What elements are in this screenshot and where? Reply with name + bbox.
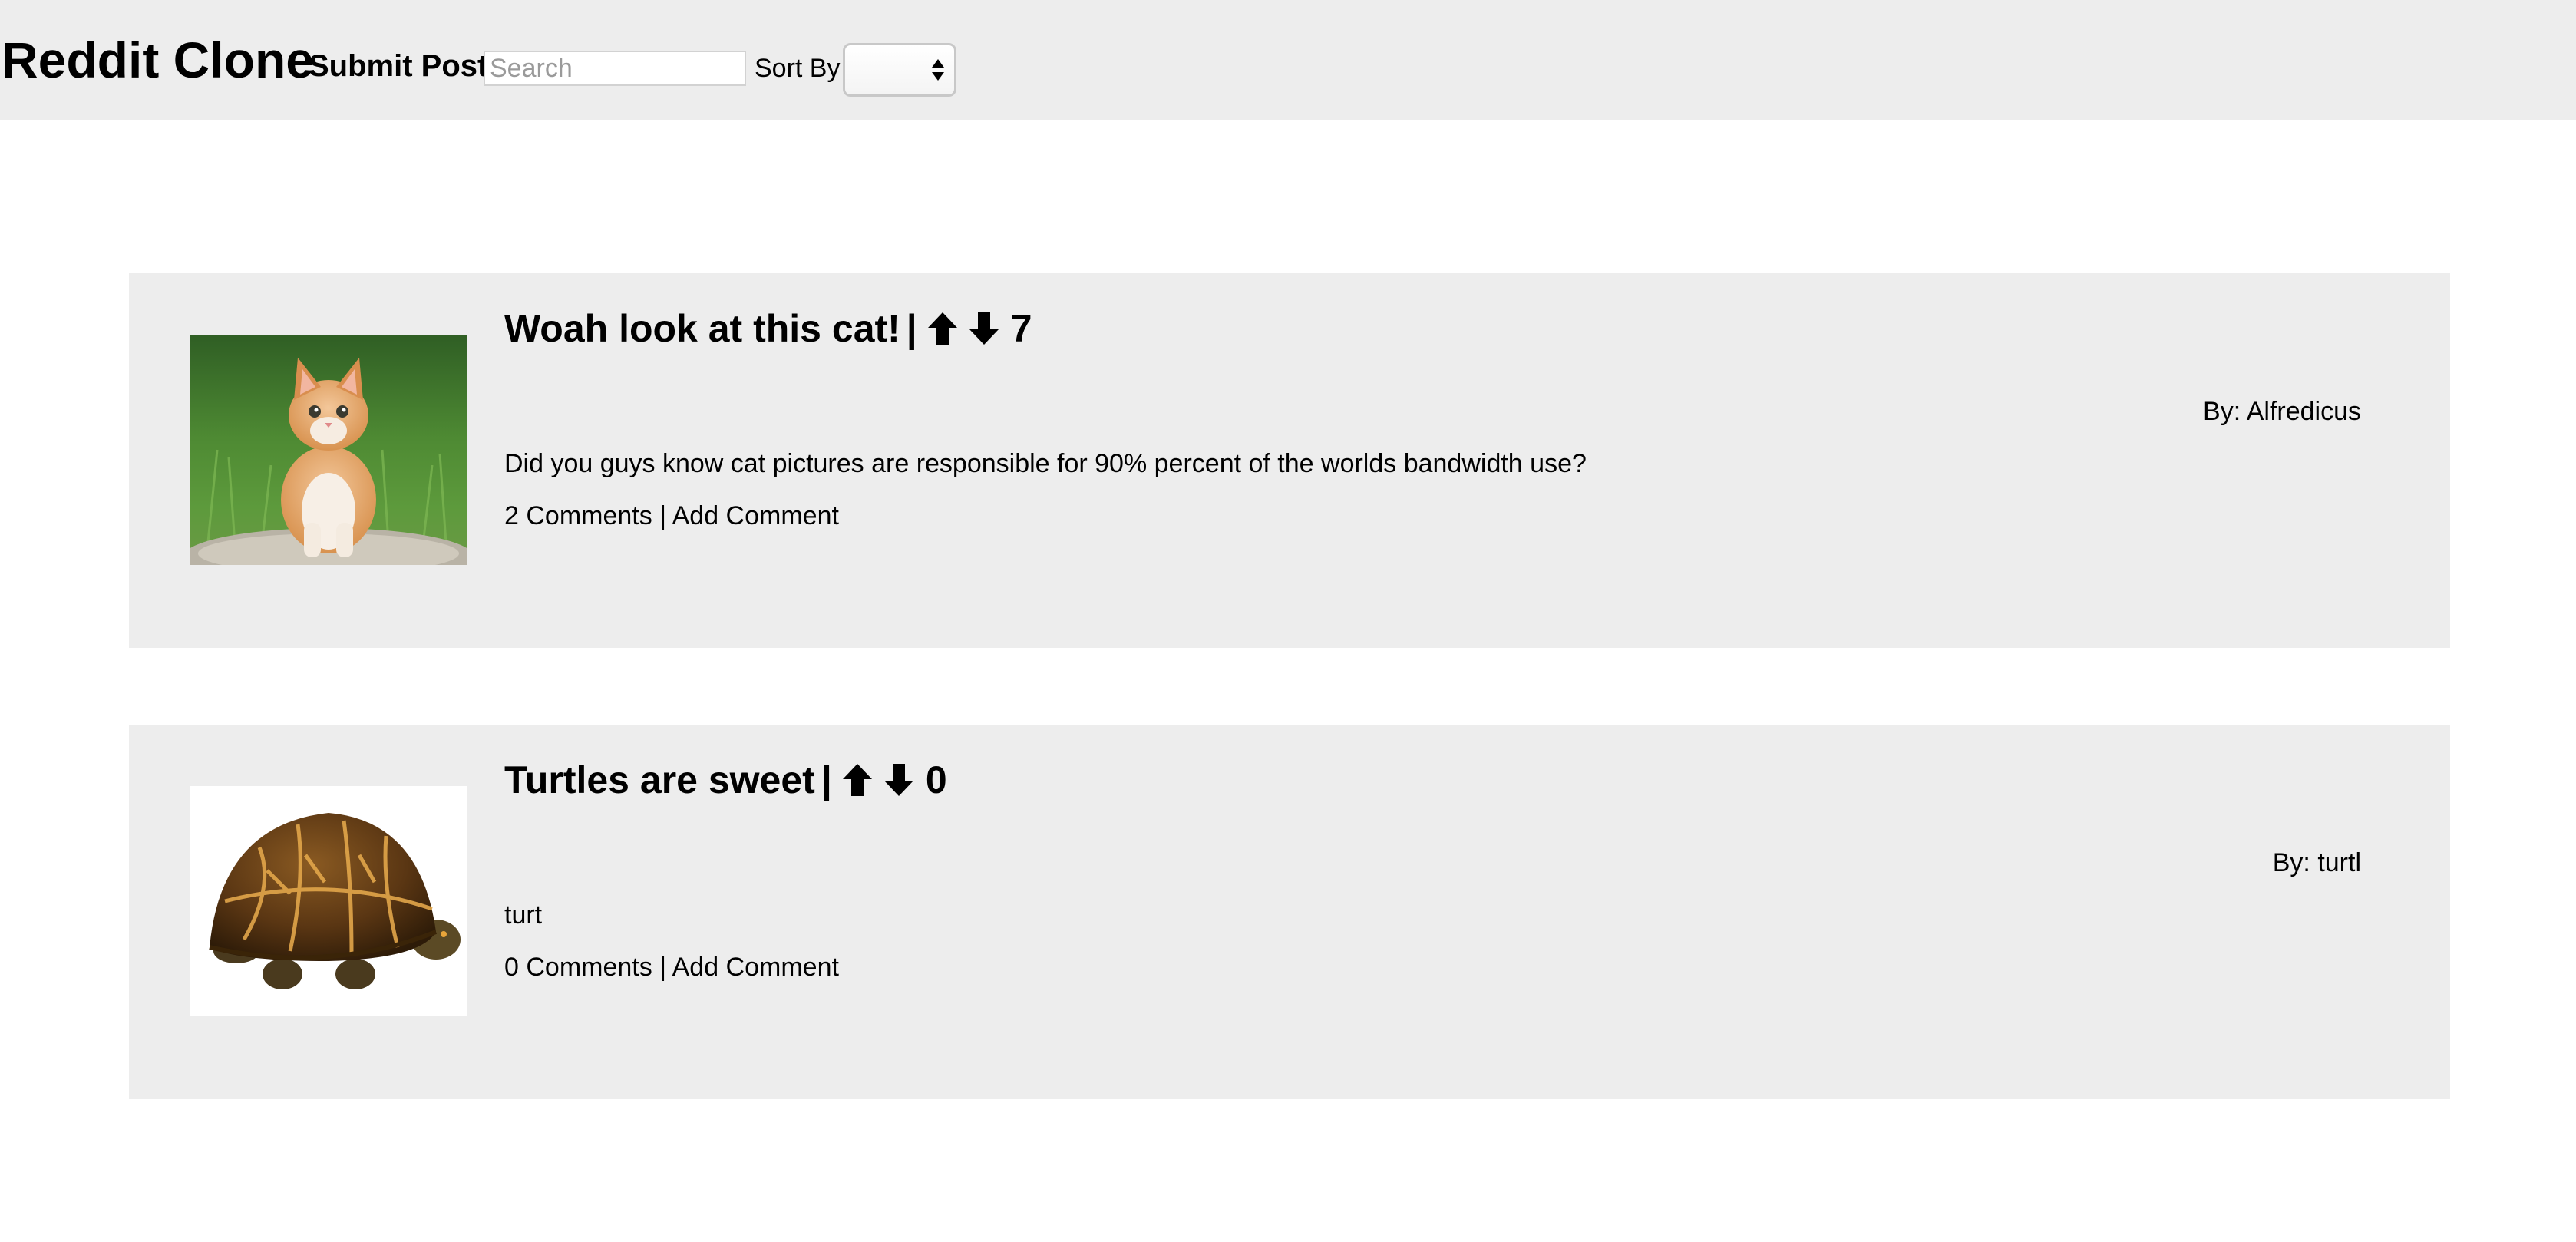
post-body: turt (504, 900, 543, 930)
post-body: Did you guys know cat pictures are respo… (504, 449, 1587, 478)
post-title-text[interactable]: Turtles are sweet (504, 752, 815, 808)
post-score: 0 (925, 758, 947, 801)
links-separator: | (659, 501, 667, 530)
post-thumbnail-kitten[interactable] (190, 335, 467, 565)
sort-by-label: Sort By (755, 54, 841, 83)
downvote-arrow-icon[interactable] (881, 761, 916, 799)
post-card: Woah look at this cat! | 7 By: Alfredicu… (129, 273, 2450, 648)
title-separator: | (821, 758, 832, 801)
post-card: Turtles are sweet | 0 By: turtl turt 0 C… (129, 725, 2450, 1099)
post-links: 0 Comments | Add Comment (504, 950, 839, 984)
add-comment-link[interactable]: Add Comment (672, 953, 839, 982)
downvote-arrow-icon[interactable] (966, 309, 1002, 348)
top-navbar: Reddit Clone Submit Post Sort By (0, 0, 2576, 120)
site-title[interactable]: Reddit Clone (2, 29, 314, 91)
search-input[interactable] (484, 51, 746, 86)
upvote-arrow-icon[interactable] (840, 761, 875, 799)
comments-link[interactable]: 2 Comments (504, 501, 652, 530)
post-thumbnail-turtle[interactable] (190, 786, 467, 1016)
comments-link[interactable]: 0 Comments (504, 953, 652, 982)
kitten-image (190, 335, 467, 565)
sort-by-select[interactable] (843, 43, 956, 97)
turtle-image (190, 786, 467, 1016)
post-title-text[interactable]: Woah look at this cat! (504, 301, 900, 356)
post-score: 7 (1010, 307, 1032, 350)
add-comment-link[interactable]: Add Comment (672, 501, 839, 530)
links-separator: | (659, 953, 667, 982)
submit-post-link[interactable]: Submit Post (309, 48, 487, 84)
post-title: Turtles are sweet | 0 (504, 752, 947, 808)
post-author: By: Alfredicus (2203, 397, 2361, 426)
title-separator: | (906, 307, 917, 350)
upvote-arrow-icon[interactable] (925, 309, 960, 348)
post-title: Woah look at this cat! | 7 (504, 301, 1032, 356)
post-author: By: turtl (2272, 848, 2361, 877)
post-links: 2 Comments | Add Comment (504, 499, 839, 533)
select-arrows-icon (932, 59, 944, 81)
